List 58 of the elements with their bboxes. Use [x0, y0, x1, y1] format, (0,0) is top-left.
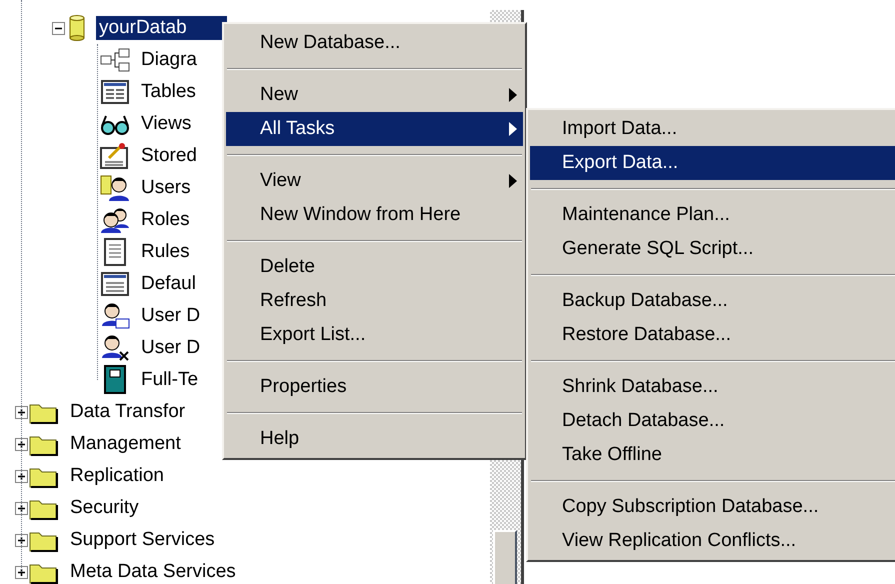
tree-item[interactable]: Rules: [138, 240, 193, 264]
tree-item[interactable]: Full-Te: [138, 368, 202, 392]
menu-item[interactable]: Export List...: [226, 318, 523, 352]
menu-item[interactable]: New Window from Here: [226, 198, 523, 232]
collapse-icon[interactable]: [52, 22, 65, 34]
expand-icon[interactable]: [15, 566, 28, 578]
form-icon: [100, 271, 130, 297]
tree-item[interactable]: yourDatab: [96, 16, 227, 40]
menu-item[interactable]: Import Data...: [530, 112, 895, 146]
menu-item[interactable]: Copy Subscription Database...: [530, 490, 895, 524]
database-icon: [69, 15, 85, 41]
expand-icon[interactable]: [15, 502, 28, 514]
user-icon: [100, 302, 130, 330]
menu-item[interactable]: Help: [226, 422, 523, 456]
menu-item[interactable]: Refresh: [226, 284, 523, 318]
tree-item[interactable]: Defaul: [138, 272, 199, 296]
tree-item[interactable]: Data Transfor: [67, 400, 188, 424]
menu-item[interactable]: View Replication Conflicts...: [530, 524, 895, 558]
tree-item[interactable]: Security: [67, 496, 142, 520]
expand-icon[interactable]: [15, 534, 28, 546]
menu-item[interactable]: Shrink Database...: [530, 370, 895, 404]
menu-item[interactable]: All Tasks: [226, 112, 523, 146]
expand-icon[interactable]: [15, 470, 28, 482]
document-icon: [101, 238, 129, 266]
tree-item[interactable]: Management: [67, 432, 184, 456]
expand-icon[interactable]: [15, 438, 28, 450]
table-icon: [100, 79, 130, 105]
menu-item[interactable]: New: [226, 78, 523, 112]
user-icon: [100, 334, 130, 362]
menu-item[interactable]: Export Data...: [530, 146, 895, 180]
tree-item[interactable]: Views: [138, 112, 194, 136]
user-icon: [100, 174, 130, 202]
tree-item[interactable]: User D: [138, 336, 204, 360]
tree-item[interactable]: Diagra: [138, 48, 200, 72]
tree-item[interactable]: Replication: [67, 464, 167, 488]
menu-item[interactable]: View: [226, 164, 523, 198]
menu-item[interactable]: Restore Database...: [530, 318, 895, 352]
tree-item[interactable]: Meta Data Services: [67, 560, 239, 584]
tree-item[interactable]: Stored: [138, 144, 200, 168]
menu-item[interactable]: Maintenance Plan...: [530, 198, 895, 232]
tree-item[interactable]: Support Services: [67, 528, 218, 552]
expand-icon[interactable]: [15, 406, 28, 418]
scrollbar-thumb[interactable]: [493, 530, 517, 584]
menu-item[interactable]: Delete: [226, 250, 523, 284]
book-icon: [101, 365, 129, 395]
menu-item[interactable]: Backup Database...: [530, 284, 895, 318]
menu-item[interactable]: Properties: [226, 370, 523, 404]
tree-item[interactable]: Roles: [138, 208, 193, 232]
menu-item[interactable]: Take Offline: [530, 438, 895, 472]
tree-item[interactable]: Users: [138, 176, 194, 200]
menu-item[interactable]: New Database...: [226, 26, 523, 60]
tree-item[interactable]: User D: [138, 304, 204, 328]
procedure-icon: [99, 142, 131, 170]
menu-item[interactable]: Generate SQL Script...: [530, 232, 895, 266]
menu-item[interactable]: Detach Database...: [530, 404, 895, 438]
tree-item[interactable]: Tables: [138, 80, 199, 104]
people-icon: [100, 206, 130, 234]
diagram-icon: [99, 47, 131, 73]
